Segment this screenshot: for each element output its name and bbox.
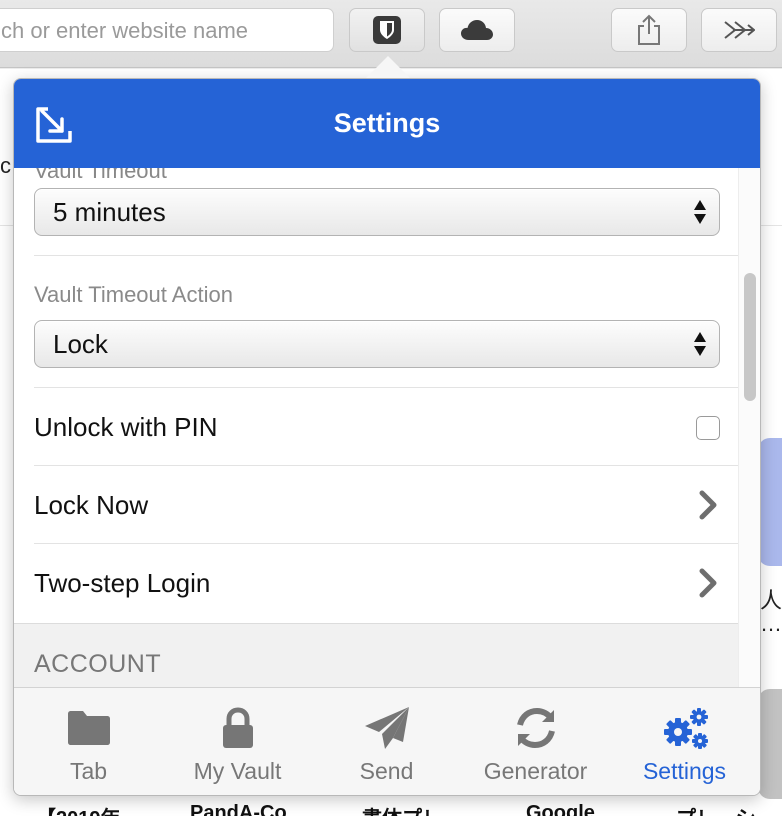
tab-label: Generator bbox=[483, 758, 588, 784]
bookmarks-strip: 【2019年 PandA-Co 書体プレ Google プレーシ bbox=[0, 796, 782, 816]
lock-now-label: Lock Now bbox=[34, 490, 149, 520]
select-arrows-icon bbox=[694, 200, 706, 224]
lock-now-row[interactable]: Lock Now bbox=[14, 466, 740, 544]
bookmark-item[interactable]: 書体プレ bbox=[362, 802, 442, 816]
tab-tab[interactable]: Tab bbox=[14, 688, 163, 795]
vault-timeout-action-select[interactable]: Lock bbox=[34, 320, 720, 368]
tab-label: Settings bbox=[642, 758, 727, 784]
share-icon bbox=[638, 14, 660, 45]
page-title: Settings bbox=[333, 108, 441, 138]
unlock-with-pin-label: Unlock with PIN bbox=[34, 412, 218, 442]
tab-my-vault[interactable]: My Vault bbox=[163, 688, 312, 795]
tab-generator[interactable]: Generator bbox=[461, 688, 610, 795]
vault-timeout-action-label: Vault Timeout Action bbox=[34, 282, 233, 307]
two-step-login-row[interactable]: Two-step Login bbox=[14, 544, 740, 622]
page-tile-grey bbox=[758, 689, 782, 799]
chevron-right-icon bbox=[699, 568, 717, 598]
cloud-icon bbox=[461, 20, 493, 40]
vault-timeout-label: Vault Timeout bbox=[34, 168, 167, 183]
tab-label: Send bbox=[359, 758, 414, 784]
two-step-login-label: Two-step Login bbox=[34, 568, 211, 598]
double-chevron-icon bbox=[724, 21, 755, 39]
settings-list: Vault Timeout 5 minutes Vault Timeout Ac… bbox=[14, 168, 760, 687]
more-button[interactable] bbox=[701, 8, 777, 52]
popup-caret bbox=[366, 56, 410, 78]
bookmark-item[interactable]: PandA-Co bbox=[190, 802, 287, 816]
page-fragment-left: c bbox=[0, 153, 11, 178]
vault-timeout-action-value: Lock bbox=[53, 329, 108, 359]
bitwarden-extension-button[interactable] bbox=[349, 8, 425, 52]
scrollbar-thumb[interactable] bbox=[744, 273, 756, 401]
page-fragment-right-2: … bbox=[760, 611, 782, 636]
divider bbox=[34, 255, 740, 256]
refresh-icon bbox=[516, 707, 555, 749]
share-button[interactable] bbox=[611, 8, 687, 52]
shield-icon bbox=[373, 16, 401, 44]
tab-send[interactable]: Send bbox=[312, 688, 461, 795]
chevron-right-icon bbox=[699, 490, 717, 520]
paper-plane-icon bbox=[364, 707, 409, 749]
bookmark-item[interactable]: 【2019年 bbox=[36, 802, 121, 816]
popup-header: Settings bbox=[14, 79, 760, 168]
bookmark-item[interactable]: プレーシ bbox=[676, 802, 756, 816]
tab-label: My Vault bbox=[193, 758, 282, 784]
page-tile-blue bbox=[758, 438, 782, 566]
bookmark-item[interactable]: Google bbox=[526, 802, 595, 816]
unlock-with-pin-row[interactable]: Unlock with PIN bbox=[14, 388, 740, 466]
account-section-header: ACCOUNT bbox=[14, 623, 760, 687]
address-bar[interactable]: ch or enter website name bbox=[0, 8, 334, 52]
tab-label: Tab bbox=[69, 758, 108, 784]
select-arrows-icon bbox=[694, 332, 706, 356]
vault-timeout-select[interactable]: 5 minutes bbox=[34, 188, 720, 236]
cloud-button[interactable] bbox=[439, 8, 515, 52]
lock-icon bbox=[222, 707, 253, 748]
bitwarden-popup: Settings Vault Timeout 5 minutes Vault T… bbox=[13, 78, 761, 796]
tab-settings[interactable]: Settings bbox=[610, 688, 759, 795]
bottom-tab-bar: Tab My Vault Send Generator Settings bbox=[14, 687, 760, 795]
gears-icon bbox=[663, 708, 708, 749]
vault-timeout-value: 5 minutes bbox=[53, 197, 166, 227]
account-section-title: ACCOUNT bbox=[34, 650, 162, 678]
scrollbar[interactable] bbox=[738, 168, 760, 687]
unlock-with-pin-checkbox[interactable] bbox=[696, 416, 720, 440]
folder-icon bbox=[67, 711, 110, 745]
